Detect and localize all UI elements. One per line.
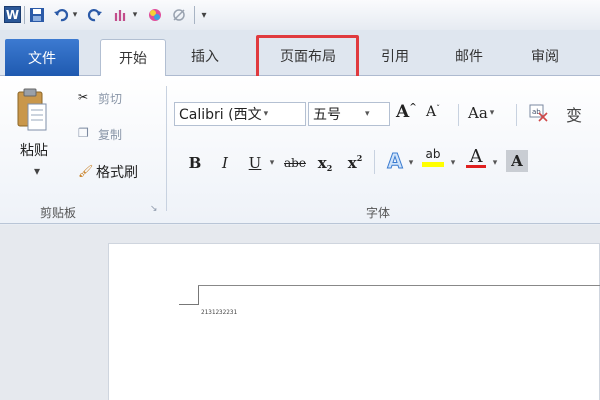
cut-icon[interactable]: ✂ xyxy=(78,90,88,104)
grow-arrow-icon: ^ xyxy=(409,103,417,113)
superscript-label: x xyxy=(347,154,357,172)
strikethrough-button[interactable]: abe xyxy=(282,152,308,174)
superscript-button[interactable]: x2 xyxy=(344,152,366,174)
font-group-label: 字体 xyxy=(366,206,391,220)
shrink-font-button[interactable]: Aˇ xyxy=(426,103,441,121)
word-icon[interactable]: W xyxy=(4,6,21,23)
change-case-dropdown-icon: ▾ xyxy=(489,108,495,118)
font-color-bar xyxy=(466,165,486,168)
copy-button[interactable]: 复制 xyxy=(98,126,122,143)
change-case-button[interactable]: Aa ▾ xyxy=(468,104,494,122)
separator xyxy=(194,6,195,24)
separator xyxy=(516,104,517,126)
subscript-button[interactable]: x2 xyxy=(314,152,336,174)
undo-icon[interactable] xyxy=(52,6,70,24)
save-icon[interactable] xyxy=(28,6,46,24)
document-text[interactable]: 2131232231 xyxy=(201,309,237,316)
color-icon[interactable] xyxy=(146,6,164,24)
subscript-mark: 2 xyxy=(326,163,333,173)
paste-dropdown-icon[interactable]: ▾ xyxy=(34,164,40,178)
document-page[interactable]: 2131232231 xyxy=(108,243,600,400)
tab-references[interactable]: 引用 xyxy=(370,39,420,73)
underline-dropdown-icon[interactable]: ▾ xyxy=(266,152,278,174)
tab-insert[interactable]: 插入 xyxy=(180,39,230,73)
font-size-combobox[interactable]: 五号 ▾ xyxy=(308,102,390,126)
margin-mark-vertical xyxy=(198,285,199,305)
format-painter-icon[interactable]: 🖌 xyxy=(78,164,93,178)
font-color-button[interactable]: A xyxy=(464,146,488,168)
highlight-label: ab xyxy=(425,147,441,161)
copy-icon[interactable]: ❐ xyxy=(78,126,89,140)
highlight-button[interactable]: ab xyxy=(420,146,446,168)
tab-review[interactable]: 审阅 xyxy=(520,39,570,73)
paint-icon[interactable] xyxy=(112,6,130,24)
paint-dropdown-icon[interactable]: ▾ xyxy=(130,6,140,24)
separator xyxy=(458,104,459,126)
quick-access-toolbar: W ▾ ▾ ▾ xyxy=(0,0,600,30)
separator xyxy=(374,150,375,174)
word-logo-letter: W xyxy=(5,7,20,22)
font-size-dropdown-icon[interactable]: ▾ xyxy=(365,109,370,119)
clipboard-launcher-icon[interactable]: ↘ xyxy=(150,204,158,214)
tab-mailings[interactable]: 邮件 xyxy=(444,39,494,73)
char-shading-button[interactable]: A xyxy=(506,150,528,172)
shrink-font-label: A xyxy=(426,104,437,120)
ribbon-tab-bar: 文件 开始 插入 页面布局 引用 邮件 审阅 xyxy=(0,30,600,76)
tab-home[interactable]: 开始 xyxy=(100,39,166,76)
font-name-value: Calibri (西文 xyxy=(179,107,262,123)
paste-icon[interactable] xyxy=(14,86,50,134)
grow-font-label: A xyxy=(396,102,410,122)
highlight-dropdown-icon[interactable]: ▾ xyxy=(448,152,458,174)
separator xyxy=(24,6,25,24)
font-name-dropdown-icon[interactable]: ▾ xyxy=(264,109,269,119)
ribbon-home: 粘贴 ▾ ✂ 剪切 ❐ 复制 🖌 格式刷 剪贴板 ↘ Calibri (西文 ▾… xyxy=(0,76,600,224)
highlight-color-bar xyxy=(422,162,444,167)
subscript-label: x xyxy=(317,154,327,172)
customize-icon[interactable]: ▾ xyxy=(198,6,210,24)
shrink-arrow-icon: ˇ xyxy=(436,103,441,113)
undo-dropdown-icon[interactable]: ▾ xyxy=(70,6,80,24)
font-name-combobox[interactable]: Calibri (西文 ▾ xyxy=(174,102,306,126)
change-case-label: Aa xyxy=(468,104,488,122)
text-effects-button[interactable]: A xyxy=(382,149,408,174)
tab-file[interactable]: 文件 xyxy=(5,39,79,76)
underline-button[interactable]: U xyxy=(246,152,264,174)
clear-formatting-icon[interactable]: ab xyxy=(524,102,554,126)
bold-button[interactable]: B xyxy=(186,152,204,174)
group-separator xyxy=(166,86,167,211)
font-color-dropdown-icon[interactable]: ▾ xyxy=(490,152,500,174)
paste-button[interactable]: 粘贴 xyxy=(20,140,48,160)
clipboard-group-label: 剪贴板 xyxy=(40,206,77,220)
phonetic-guide-button[interactable]: 变 xyxy=(566,102,582,126)
tab-page-layout[interactable]: 页面布局 xyxy=(262,39,354,73)
redo-icon[interactable] xyxy=(86,6,104,24)
document-area: 2131232231 xyxy=(0,225,600,400)
font-color-label: A xyxy=(469,146,483,167)
clear-icon[interactable] xyxy=(170,6,188,24)
grow-font-button[interactable]: A ^ xyxy=(396,102,417,122)
margin-mark-horizontal xyxy=(179,304,199,305)
text-effects-dropdown-icon[interactable]: ▾ xyxy=(406,152,416,174)
italic-button[interactable]: I xyxy=(216,152,234,174)
font-size-value: 五号 xyxy=(313,107,341,123)
cut-button[interactable]: 剪切 xyxy=(98,90,122,107)
format-painter-button[interactable]: 格式刷 xyxy=(96,162,138,182)
superscript-mark: 2 xyxy=(356,153,363,163)
header-margin-line xyxy=(198,285,600,286)
